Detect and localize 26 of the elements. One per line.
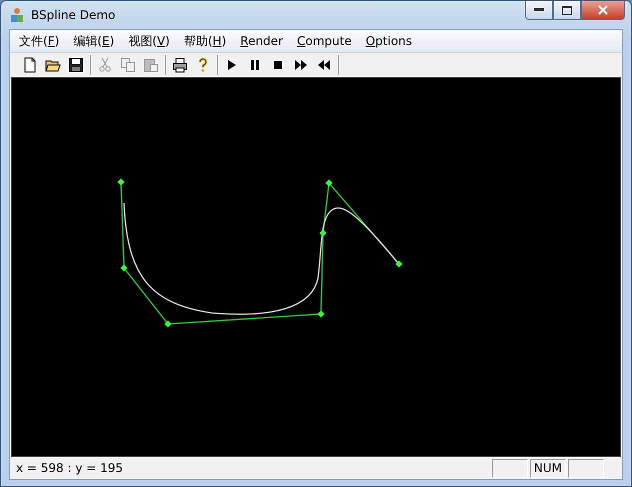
menu-item[interactable]: Options xyxy=(358,32,420,50)
copy-icon xyxy=(120,57,136,73)
clipboard-icon xyxy=(143,57,159,73)
new-document-icon xyxy=(22,57,38,73)
menu-item[interactable]: 帮助(H) xyxy=(176,30,234,52)
app-icon xyxy=(9,7,25,23)
fast-forward-icon xyxy=(293,57,309,73)
printer-icon xyxy=(172,57,188,73)
menu-item[interactable]: Compute xyxy=(290,32,359,50)
close-button[interactable] xyxy=(581,1,625,20)
menu-item[interactable]: 视图(V) xyxy=(121,30,177,52)
close-icon xyxy=(598,5,608,15)
status-indicator: NUM xyxy=(530,458,566,478)
menu-item[interactable]: 编辑(E) xyxy=(66,30,122,52)
scissors-icon xyxy=(97,57,113,73)
status-indicator xyxy=(492,458,528,478)
menu-item[interactable]: Render xyxy=(233,32,290,50)
window-title: BSpline Demo xyxy=(31,8,116,22)
minimize-icon xyxy=(534,8,544,12)
maximize-icon xyxy=(562,6,572,14)
rewind-icon xyxy=(316,57,332,73)
menu-item[interactable]: 文件(F) xyxy=(12,30,66,52)
status-text: x = 598 : y = 195 xyxy=(16,461,124,475)
maximize-button[interactable] xyxy=(553,1,581,20)
status-indicator xyxy=(568,458,604,478)
minimize-button[interactable] xyxy=(525,1,553,20)
